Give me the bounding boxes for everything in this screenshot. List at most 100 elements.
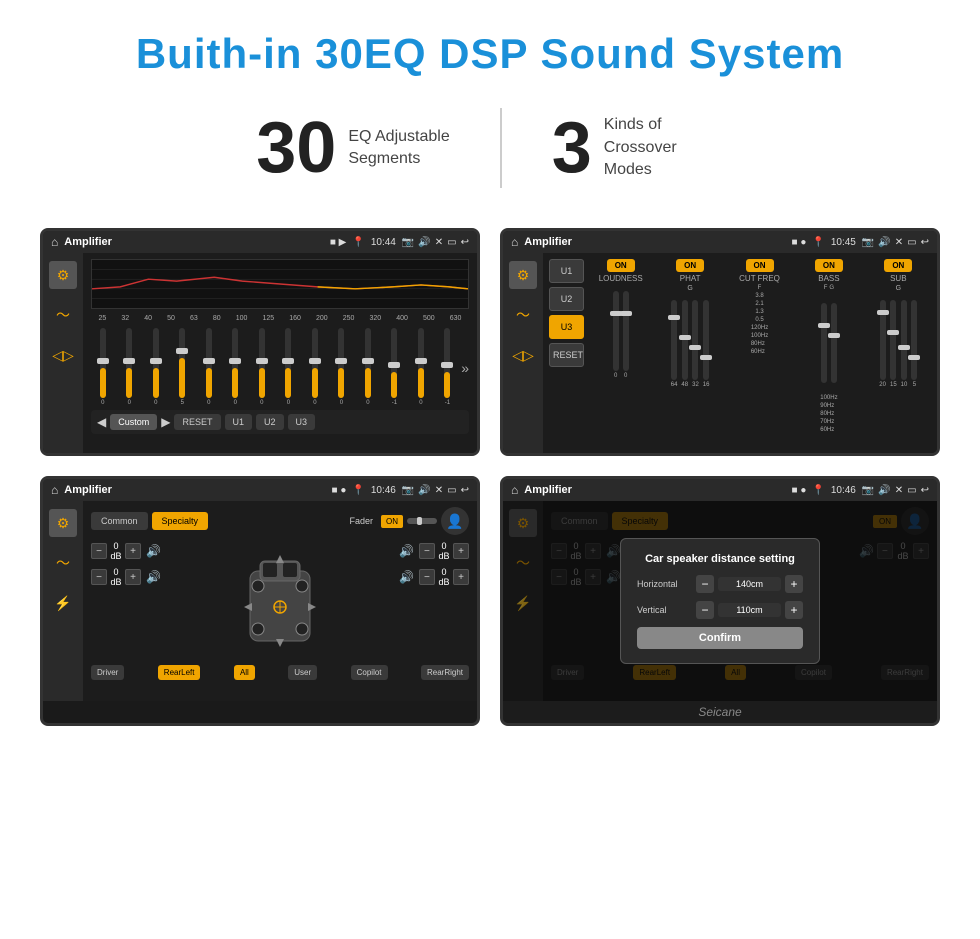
screen2-crossover: ⌂ Amplifier ■ ● 📍 10:45 📷 🔊 ✕ ▭ ↩ ⚙ 〜 ◁▷ <box>500 228 940 456</box>
user-btn3[interactable]: User <box>288 665 317 680</box>
minus-btn-tl[interactable]: − <box>91 543 107 559</box>
horizontal-label: Horizontal <box>637 579 692 589</box>
slider-col-7: 0 <box>250 328 274 406</box>
wave-sidebar-icon[interactable]: 〜 <box>49 301 77 329</box>
expand-icon[interactable]: » <box>461 360 469 376</box>
volume-sidebar-icon[interactable]: ◁▷ <box>49 341 77 369</box>
prev-icon[interactable]: ◀ <box>97 415 106 429</box>
crossover-stat: 3 Kinds of Crossover Modes <box>502 112 774 184</box>
u1-btn[interactable]: U1 <box>225 414 253 430</box>
slider-col-3: 0 <box>144 328 168 406</box>
wave-icon3[interactable]: 〜 <box>49 549 77 577</box>
driver-btn3[interactable]: Driver <box>91 665 124 680</box>
close-icon3: ✕ <box>435 485 443 496</box>
back-icon: ↩ <box>461 237 469 248</box>
slider-col-8: 0 <box>277 328 301 406</box>
cutfreq-label: CUT FREQ <box>739 274 780 283</box>
screen3-status-icons: 📷 🔊 ✕ ▭ ↩ <box>402 485 469 496</box>
loudness-on[interactable]: ON <box>607 259 635 272</box>
u3-btn[interactable]: U3 <box>288 414 316 430</box>
bluetooth-icon3[interactable]: ⚡ <box>49 589 77 617</box>
eq-sidebar-icon[interactable]: ⚙ <box>49 261 77 289</box>
cutfreq-on[interactable]: ON <box>746 259 774 272</box>
speaker-icon-bl: 🔊 <box>146 570 161 584</box>
plus-btn-tl[interactable]: + <box>125 543 141 559</box>
db-val-tr: 0 dB <box>438 541 450 561</box>
vol-icon2[interactable]: ◁▷ <box>509 341 537 369</box>
bass-col: ON BASS FG 100Hz90Hz80Hz70Hz60Hz <box>796 259 861 447</box>
specialty-tab3[interactable]: Specialty <box>152 512 209 530</box>
preset-u1[interactable]: U1 <box>549 259 584 283</box>
camera-icon: 📷 <box>402 237 414 248</box>
eq-bottom-bar: ◀ Custom ▶ RESET U1 U2 U3 <box>91 410 469 434</box>
cutfreq-col: ON CUT FREQ F 3.8 2.1 1.3 0.5 120Hz100Hz… <box>727 259 792 447</box>
pin-icon: 📍 <box>352 237 364 248</box>
rearright-btn3[interactable]: RearRight <box>421 665 469 680</box>
window-icon3: ▭ <box>447 485 456 496</box>
pin-icon4: 📍 <box>812 485 824 496</box>
dialog-title: Car speaker distance setting <box>637 553 803 565</box>
distance-dialog: Car speaker distance setting Horizontal … <box>620 538 820 664</box>
home-icon2[interactable]: ⌂ <box>511 235 518 249</box>
screen1-eq-main: 2532405063 80100125160200 25032040050063… <box>83 253 477 453</box>
home-icon4[interactable]: ⌂ <box>511 483 518 497</box>
bass-on[interactable]: ON <box>815 259 843 272</box>
next-icon[interactable]: ▶ <box>161 415 170 429</box>
minus-btn-br[interactable]: − <box>419 569 435 585</box>
vertical-minus[interactable]: − <box>696 601 714 619</box>
back-icon3: ↩ <box>461 485 469 496</box>
preset-u2[interactable]: U2 <box>549 287 584 311</box>
eq-icon3[interactable]: ⚙ <box>49 509 77 537</box>
copilot-btn3[interactable]: Copilot <box>351 665 388 680</box>
home-icon[interactable]: ⌂ <box>51 235 58 249</box>
minus-btn-tr[interactable]: − <box>419 543 435 559</box>
rearleft-btn3[interactable]: RearLeft <box>158 665 201 680</box>
common-tab3[interactable]: Common <box>91 512 148 530</box>
phat-on[interactable]: ON <box>676 259 704 272</box>
sub-on[interactable]: ON <box>884 259 912 272</box>
slider-col-9: 0 <box>303 328 327 406</box>
screen2-status-icons: 📷 🔊 ✕ ▭ ↩ <box>862 237 929 248</box>
reset-btn[interactable]: RESET <box>174 414 220 430</box>
screen3-specialty-main: Common Specialty Fader ON 👤 − 0 d <box>83 501 477 701</box>
camera-icon3: 📷 <box>402 485 414 496</box>
plus-btn-bl[interactable]: + <box>125 569 141 585</box>
crossover-number: 3 <box>552 112 592 184</box>
speaker-icon-tr: 🔊 <box>399 544 414 558</box>
db-val-bl: 0 dB <box>110 567 122 587</box>
screens-grid: ⌂ Amplifier ■ ▶ 📍 10:44 📷 🔊 ✕ ▭ ↩ ⚙ 〜 ◁▷ <box>0 218 980 746</box>
phat-label: PHAT <box>680 274 701 283</box>
confirm-button[interactable]: Confirm <box>637 627 803 649</box>
reset-btn2[interactable]: RESET <box>549 343 584 367</box>
eq-icon2[interactable]: ⚙ <box>509 261 537 289</box>
screen3-statusbar: ⌂ Amplifier ■ ● 📍 10:46 📷 🔊 ✕ ▭ ↩ <box>43 479 477 501</box>
u2-btn[interactable]: U2 <box>256 414 284 430</box>
screen4-time: 10:46 <box>831 485 856 496</box>
home-icon3[interactable]: ⌂ <box>51 483 58 497</box>
plus-btn-tr[interactable]: + <box>453 543 469 559</box>
screen2-icons: ■ ● <box>792 237 807 248</box>
minus-btn-bl[interactable]: − <box>91 569 107 585</box>
volume-icon2: 🔊 <box>878 237 890 248</box>
screen1-status-icons: 📷 🔊 ✕ ▭ ↩ <box>402 237 469 248</box>
plus-btn-br[interactable]: + <box>453 569 469 585</box>
horizontal-plus[interactable]: + <box>785 575 803 593</box>
fader-on3[interactable]: ON <box>381 515 403 528</box>
preset-u3[interactable]: U3 <box>549 315 584 339</box>
screen3-icons: ■ ● <box>332 485 347 496</box>
user-icon3[interactable]: 👤 <box>441 507 469 535</box>
wave-icon2[interactable]: 〜 <box>509 301 537 329</box>
all-btn3[interactable]: All <box>234 665 255 680</box>
camera-icon2: 📷 <box>862 237 874 248</box>
custom-btn[interactable]: Custom <box>110 414 157 430</box>
slider-col-10: 0 <box>330 328 354 406</box>
eq-stat: 30 EQ Adjustable Segments <box>206 112 500 184</box>
screen3-body: ⚙ 〜 ⚡ Common Specialty Fader ON 👤 <box>43 501 477 701</box>
loudness-label: LOUDNESS <box>599 274 643 283</box>
horizontal-minus[interactable]: − <box>696 575 714 593</box>
fader-slider3[interactable] <box>407 518 437 524</box>
pin-icon3: 📍 <box>352 485 364 496</box>
vertical-plus[interactable]: + <box>785 601 803 619</box>
slider-col-13: 0 <box>409 328 433 406</box>
slider-col-4: 5 <box>171 328 195 406</box>
